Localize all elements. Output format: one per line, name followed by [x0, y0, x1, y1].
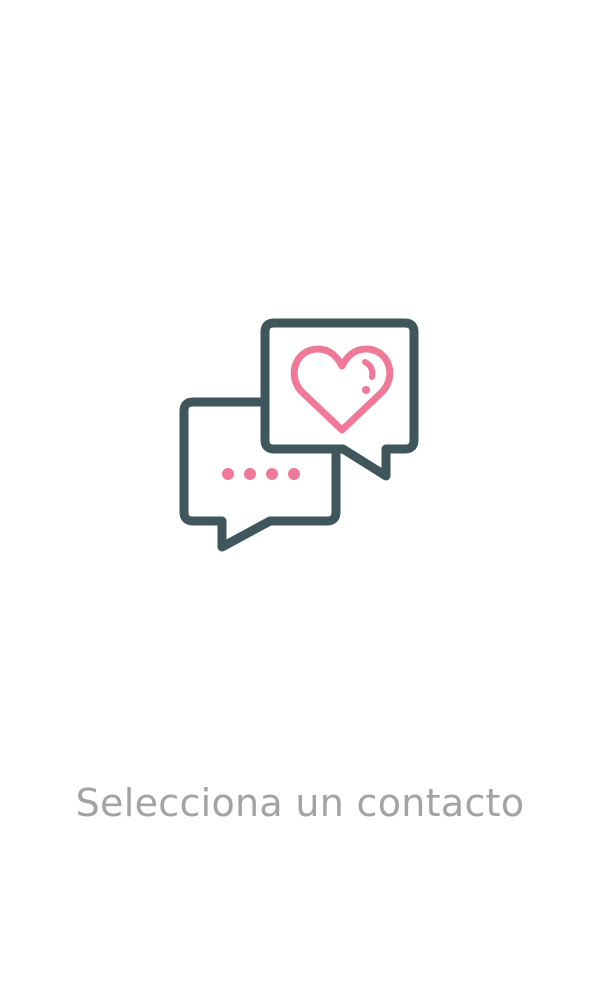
typing-dots-icon — [222, 468, 300, 480]
right-speech-bubble-icon — [260, 318, 419, 481]
chat-bubbles-heart-icon — [179, 318, 419, 552]
heart-shine-dot-icon — [362, 386, 370, 394]
select-contact-message: Selecciona un contacto — [75, 781, 525, 825]
empty-chat-screen: Selecciona un contacto — [0, 0, 600, 1000]
